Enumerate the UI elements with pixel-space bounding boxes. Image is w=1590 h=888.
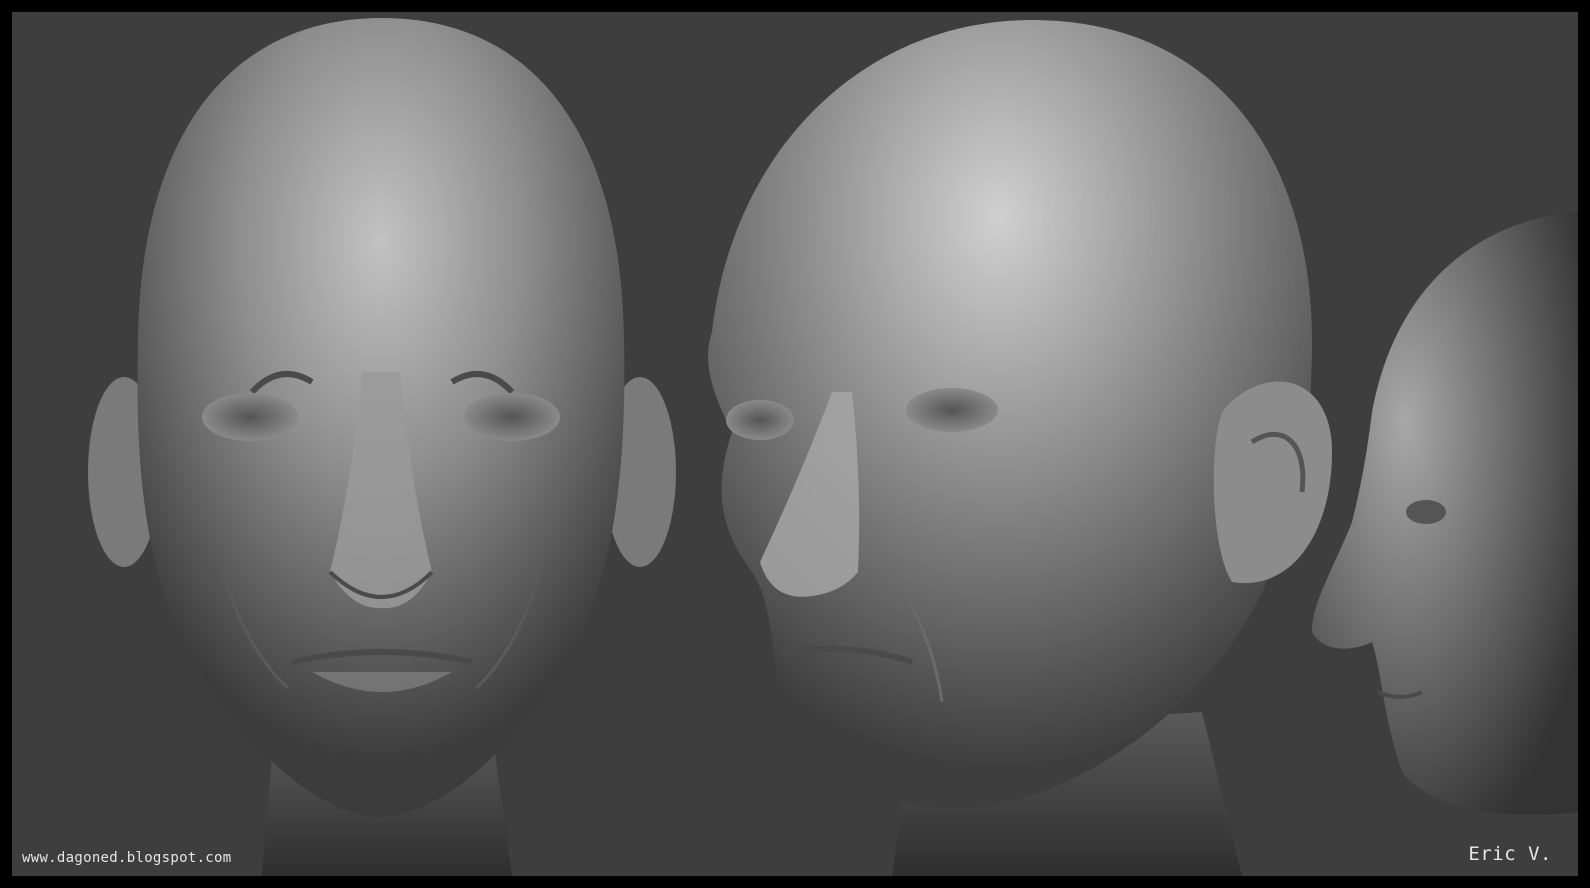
sculpt-render	[88, 18, 1578, 876]
front-right-eye	[464, 393, 560, 441]
three-quarter-view-head	[708, 20, 1332, 876]
artist-signature: Eric V.	[1468, 843, 1552, 865]
front-left-eye	[202, 393, 298, 441]
side-view-head	[1312, 212, 1578, 815]
render-frame: www.dagoned.blogspot.com Eric V.	[0, 0, 1590, 888]
three-quarter-ear	[1213, 381, 1332, 584]
side-eye	[1406, 500, 1446, 524]
website-caption: www.dagoned.blogspot.com	[22, 850, 232, 866]
front-view-head	[88, 18, 676, 876]
three-quarter-right-eye	[906, 388, 998, 432]
three-quarter-left-eye	[726, 400, 794, 440]
render-viewport	[12, 12, 1578, 876]
